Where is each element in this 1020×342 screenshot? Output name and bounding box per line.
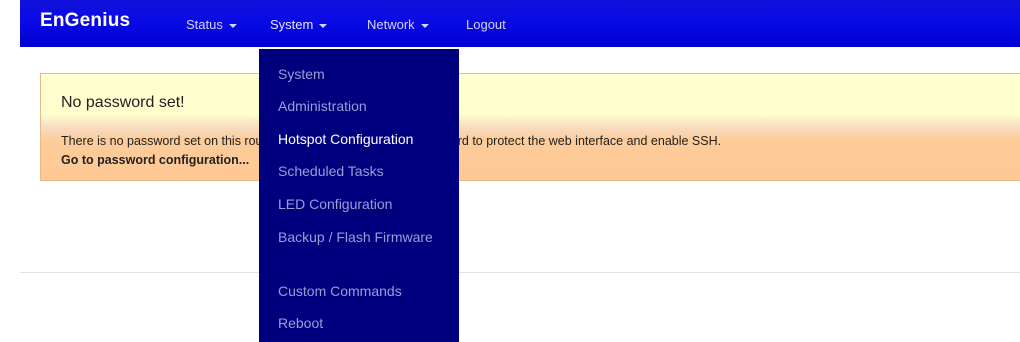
system-dropdown-menu: System Administration Hotspot Configurat…: [259, 49, 459, 342]
menu-item-scheduled-tasks[interactable]: Scheduled Tasks: [278, 161, 453, 182]
caret-down-icon: [228, 23, 237, 28]
menu-item-hotspot-configuration[interactable]: Hotspot Configuration: [278, 129, 453, 150]
top-navbar: EnGenius Status System Network Logout: [20, 0, 1020, 47]
nav-network-label: Network: [367, 17, 415, 32]
no-password-alert: No password set! There is no password se…: [40, 73, 1020, 181]
menu-item-custom-commands[interactable]: Custom Commands: [278, 281, 453, 302]
menu-item-system[interactable]: System: [278, 64, 453, 85]
nav-network-menu[interactable]: Network: [367, 17, 429, 32]
alert-title: No password set!: [61, 94, 185, 111]
alert-message: There is no password set on this router.…: [61, 134, 722, 148]
nav-logout-link[interactable]: Logout: [466, 17, 506, 32]
brand-logo[interactable]: EnGenius: [40, 10, 130, 32]
menu-item-administration[interactable]: Administration: [278, 96, 453, 117]
password-config-link[interactable]: Go to password configuration...: [61, 153, 249, 167]
caret-down-icon: [319, 23, 328, 28]
menu-item-backup-flash-firmware[interactable]: Backup / Flash Firmware: [278, 227, 453, 248]
nav-system-label: System: [270, 17, 314, 32]
menu-item-led-configuration[interactable]: LED Configuration: [278, 194, 453, 215]
content-divider: [20, 272, 1020, 273]
nav-system-menu[interactable]: System: [270, 17, 328, 32]
menu-item-reboot[interactable]: Reboot: [278, 313, 453, 334]
nav-status-menu[interactable]: Status: [186, 17, 237, 32]
nav-status-label: Status: [186, 17, 223, 32]
caret-down-icon: [420, 23, 429, 28]
